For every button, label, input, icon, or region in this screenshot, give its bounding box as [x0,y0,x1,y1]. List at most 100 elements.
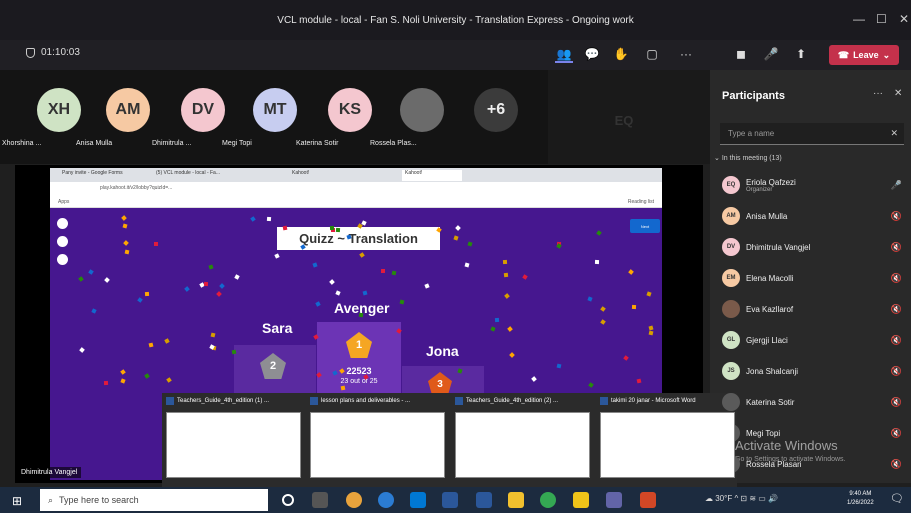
window-preview-header: Teachers_Guide_4th_edition (2) ... [455,395,590,407]
participant-row[interactable]: EM Elena Macolli 🔇 [722,266,904,290]
attendee-avatar[interactable] [400,88,444,132]
volume-icon[interactable] [57,236,68,247]
attendee-avatar[interactable]: KS [328,88,372,132]
panel-more-icon[interactable]: ··· [873,88,883,99]
word-icon-2[interactable] [476,492,492,508]
share-screen-icon[interactable]: ⬆ [792,45,810,63]
participant-name-text: Megi Topi [746,428,781,438]
attendee-avatar[interactable]: MT [253,88,297,132]
participant-row[interactable]: GL Gjergji Llaci 🔇 [722,328,904,352]
task-view-icon[interactable] [312,492,328,508]
podium-second: 2 [234,345,316,395]
podium-second-name: Sara [262,320,293,336]
participant-row[interactable]: Eva Kazllarof 🔇 [722,297,904,321]
attendee-name: Megi Topi [222,140,252,147]
reading-list[interactable]: Reading list [628,199,654,205]
participant-avatar: EQ [722,176,740,194]
participant-row[interactable]: DV Dhimitrula Vangjel 🔇 [722,235,904,259]
camera-off-icon[interactable]: ◼ [732,45,750,63]
chat-icon[interactable]: 💬 [583,45,601,63]
chrome-icon-2[interactable] [540,492,556,508]
chrome-icon[interactable] [346,492,362,508]
cortana-icon[interactable] [282,494,294,506]
close-icon[interactable]: ✕ [899,12,909,26]
windows-start-icon[interactable]: ⊞ [12,494,22,508]
presenter-initials: EQ [614,112,634,128]
shield-icon [26,47,35,58]
participant-search-input[interactable]: Type a name ✕ [720,123,904,145]
meeting-timer: 01:10:03 [26,47,80,58]
minimize-icon[interactable]: — [853,12,865,26]
clear-search-icon[interactable]: ✕ [890,128,898,139]
participant-row[interactable]: AM Anisa Mulla 🔇 [722,204,904,228]
participant-name: Jona Shalcanji [746,367,798,376]
participant-row[interactable]: Katerina Sotir 🔇 [722,390,904,414]
confetti-piece [144,291,150,297]
participant-row[interactable]: Megi Topi 🔇 [722,421,904,445]
weather-temp[interactable]: 30°F [715,494,732,503]
powerpoint-icon[interactable] [640,492,656,508]
fullscreen-icon[interactable] [57,218,68,229]
file-explorer-icon[interactable] [508,492,524,508]
attendee-avatar[interactable]: DV [181,88,225,132]
presenter-label: Dhimitrula Vangjel [17,467,82,478]
muted-microphone-icon: 🔇 [890,241,902,252]
participant-avatar: GL [722,331,740,349]
browser-tab[interactable]: Pany invite - Google Forms [62,170,137,181]
muted-microphone-icon: 🔇 [890,396,902,407]
participant-name-text: Dhimitrula Vangjel [746,242,811,252]
store-icon[interactable] [410,492,426,508]
window-title: VCL module - local - Fan S. Noli Univers… [277,14,634,26]
bookmark-apps[interactable]: Apps [58,199,69,205]
app-icon[interactable] [573,492,589,508]
attendee-name: Rossela Plas... [370,140,417,147]
window-preview[interactable]: Teachers_Guide_4th_edition (1) ... [166,395,301,485]
participant-row[interactable]: Rossela Plasari 🔇 [722,452,904,476]
address-bar[interactable]: play.kahoot.it/v2/lobby?quizId=... [50,182,662,196]
leave-button[interactable]: ☎ Leave ⌄ [829,45,899,65]
window-preview[interactable]: lesson plans and deliverables - ... [310,395,445,485]
browser-tab[interactable]: Kahoot! [292,170,352,181]
taskbar-search-input[interactable]: ⌕ Type here to search [40,489,268,511]
next-label: Next [640,223,650,229]
panel-close-icon[interactable]: ✕ [894,88,902,99]
maximize-icon[interactable]: ☐ [876,12,887,26]
attendee-avatar[interactable]: AM [106,88,150,132]
window-preview[interactable]: takimi 20 janar - Microsoft Word [600,395,735,485]
timer-text: 01:10:03 [41,47,80,58]
reactions-icon[interactable]: ✋ [612,45,630,63]
attendee-name: Xhorshina ... [2,140,42,147]
window-preview-header: Teachers_Guide_4th_edition (1) ... [166,395,301,407]
rank-second-badge: 2 [260,353,286,379]
participant-name-text: Katerina Sotir [746,397,795,407]
window-preview[interactable]: Teachers_Guide_4th_edition (2) ... [455,395,590,485]
participant-role: Organizer [746,186,773,193]
people-icon[interactable]: 👥 [555,45,573,63]
notifications-icon[interactable]: 🗨 [890,492,904,505]
teams-icon[interactable] [606,492,622,508]
rooms-icon[interactable]: ▢ [643,45,661,63]
word-icon[interactable] [442,492,458,508]
participant-row[interactable]: EQ Eriola Qafzezi Organizer 🎤 [722,173,904,197]
attendee-avatar[interactable]: XH [37,88,81,132]
more-actions-icon[interactable]: ··· [677,45,695,63]
bookmarks-bar: Apps Reading list [50,196,662,208]
next-button[interactable]: Next [630,219,660,233]
edge-icon[interactable] [378,492,394,508]
tray-icons[interactable]: ^ ⊡ ≋ ▭ 🔊 [734,494,778,503]
participant-row[interactable]: JS Jona Shalcanji 🔇 [722,359,904,383]
pause-icon[interactable] [57,254,68,265]
muted-microphone-icon: 🔇 [890,210,902,221]
window-preview-thumbnail [310,412,445,478]
taskbar-clock[interactable]: 9:40 AM 1/26/2022 [847,490,874,508]
microphone-icon[interactable]: 🎤 [762,45,780,63]
clock-date: 1/26/2022 [847,500,874,506]
attendee-name: Katerina Sotir [296,140,339,147]
browser-tab-active[interactable]: Kahoot! [402,170,462,181]
url-text: play.kahoot.it/v2/lobby?quizId=... [100,185,173,191]
participant-name: Eva Kazllarof [746,305,793,314]
browser-tab[interactable]: (5) VCL module - local - Fa... [156,170,266,181]
participant-group-header[interactable]: ⌄ In this meeting (13) [714,154,782,162]
microphone-icon: 🎤 [890,179,902,190]
attendee-avatar[interactable]: +6 [474,88,518,132]
